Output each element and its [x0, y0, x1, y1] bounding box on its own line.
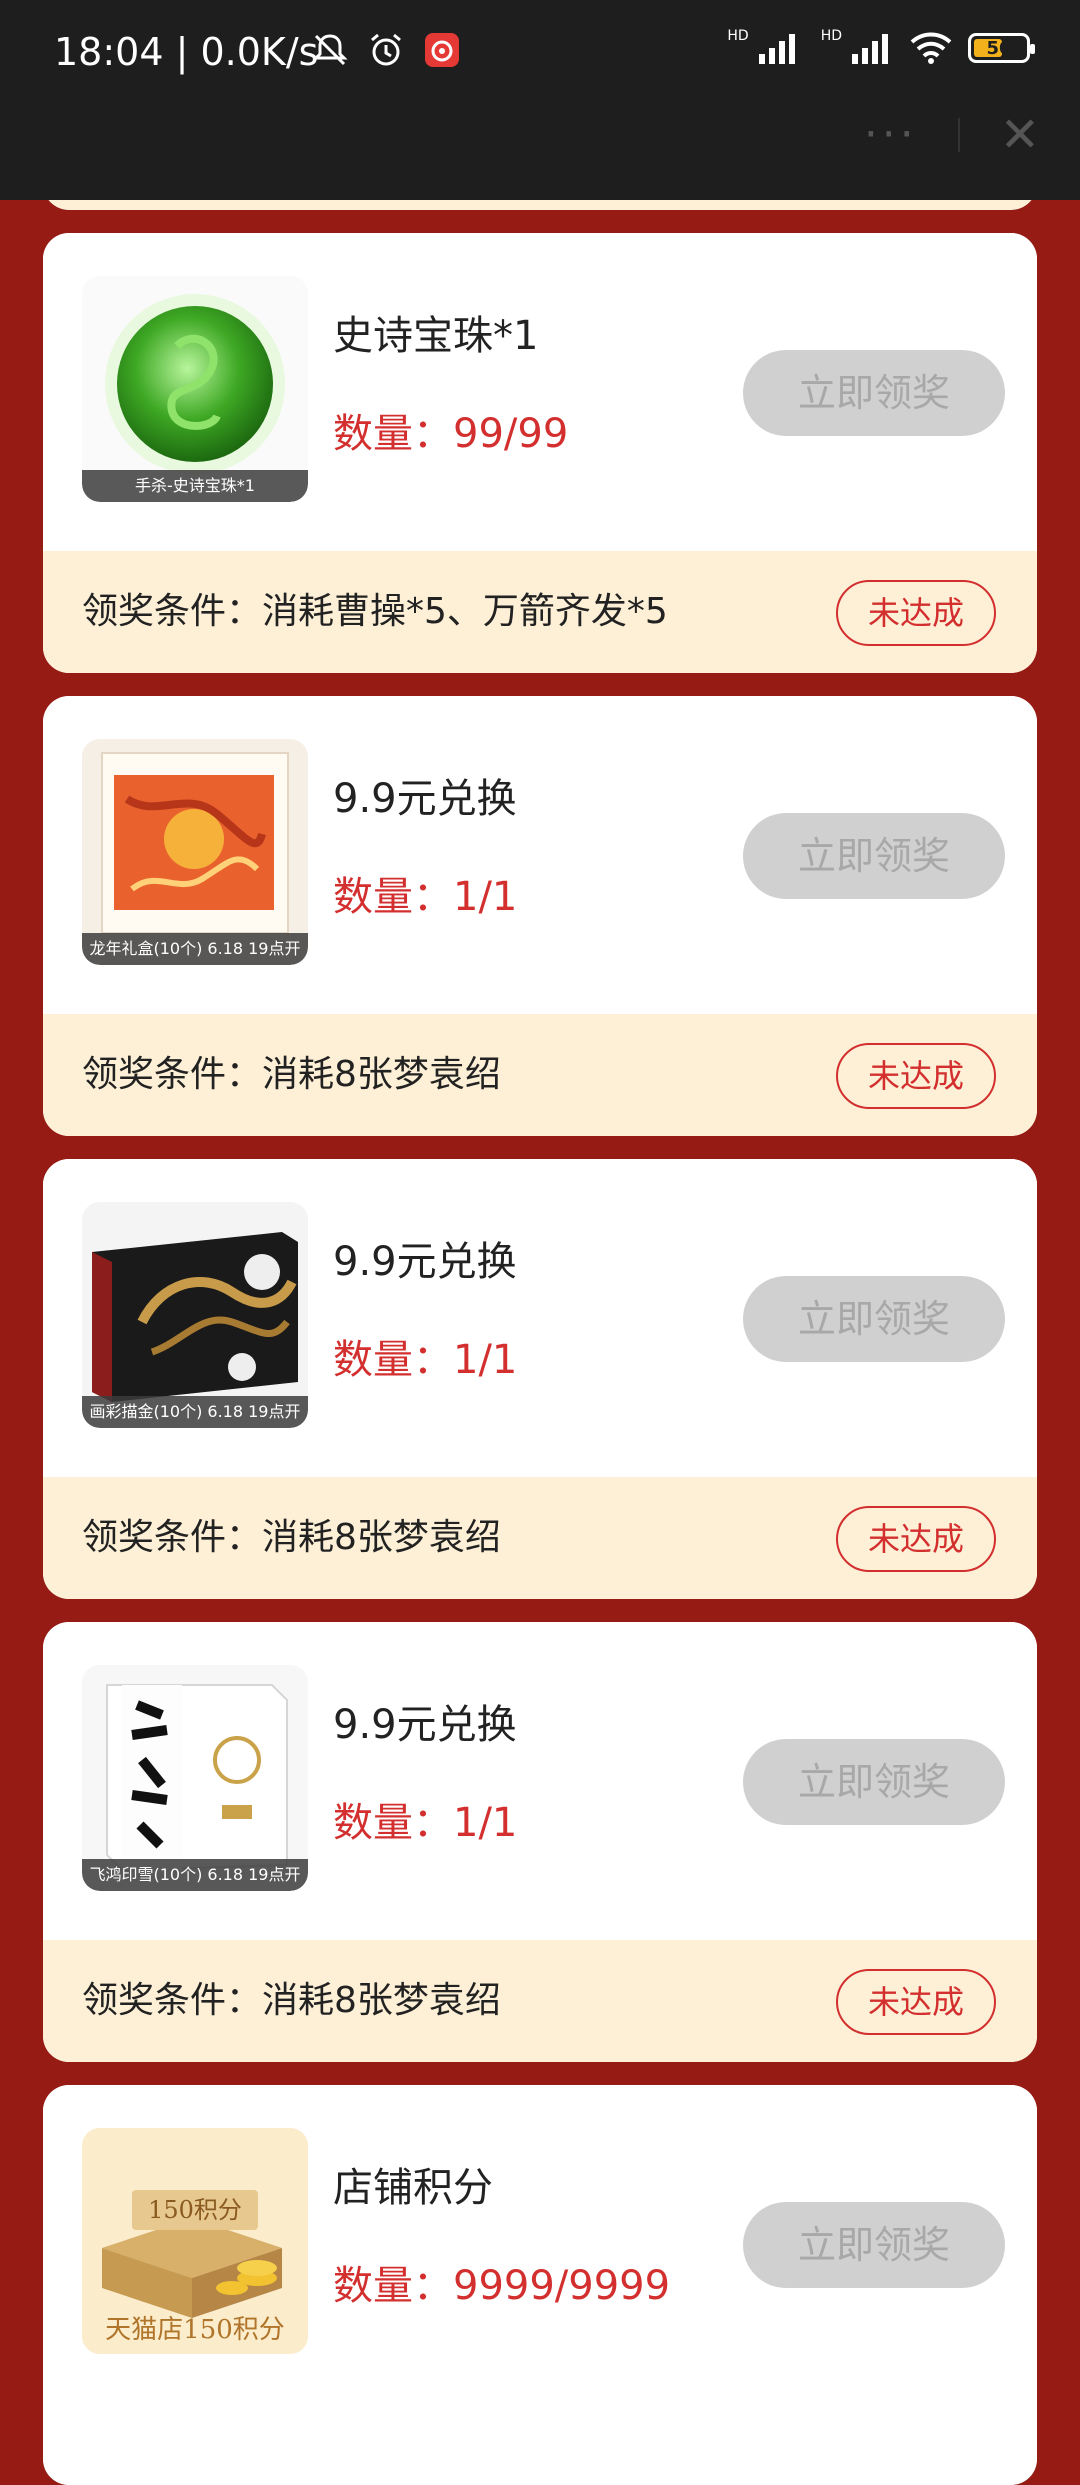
signal-icon-2 [852, 34, 888, 64]
claim-button[interactable]: 立即领奖 [743, 2202, 1005, 2288]
reward-title: 9.9元兑换 [333, 776, 517, 822]
alarm-icon [371, 33, 401, 66]
reward-thumbnail[interactable]: 飞鸿印雪(10个) 6.18 19点开奖 [82, 1665, 308, 1891]
status-badge[interactable]: 未达成 [836, 1969, 996, 2035]
reward-quantity: 数量：1/1 [333, 874, 518, 920]
claim-condition: 领奖条件：消耗8张梦袁绍 [82, 1054, 501, 1095]
reward-thumbnail[interactable]: 150积分 天猫店150积分 [82, 2128, 308, 2354]
reward-title: 9.9元兑换 [333, 1239, 517, 1285]
signal-icon [758, 34, 795, 64]
thumb-caption: 画彩描金(10个) 6.18 19点开奖 [82, 1396, 308, 1428]
thumb-caption: 飞鸿印雪(10个) 6.18 19点开奖 [82, 1859, 308, 1891]
mute-bell-icon [312, 34, 348, 66]
reward-thumbnail[interactable]: 龙年礼盒(10个) 6.18 19点开奖 [82, 739, 308, 965]
claim-condition: 领奖条件：消耗8张梦袁绍 [82, 1980, 501, 2021]
reward-quantity: 数量：99/99 [333, 411, 569, 457]
reward-card: 飞鸿印雪(10个) 6.18 19点开奖 9.9元兑换 数量：1/1 立即领奖 … [43, 1622, 1037, 2062]
battery-icon: 50 [968, 33, 1035, 63]
battery-level: 50 [986, 37, 1012, 59]
condition-row: 领奖条件：消耗8张梦袁绍 未达成 [43, 1477, 1037, 1599]
reward-card: 龙年礼盒(10个) 6.18 19点开奖 9.9元兑换 数量：1/1 立即领奖 … [43, 696, 1037, 1136]
more-icon[interactable]: ··· [864, 113, 918, 157]
status-time: 18:04 | 0.0K/s [54, 30, 319, 74]
reward-title: 店铺积分 [333, 2165, 493, 2211]
status-badge[interactable]: 未达成 [836, 580, 996, 646]
hd-label-2: HD [820, 28, 842, 44]
netease-music-icon [425, 33, 459, 67]
condition-row: 领奖条件：消耗8张梦袁绍 未达成 [43, 1014, 1037, 1136]
condition-row: 领奖条件：消耗曹操*5、万箭齐发*5 未达成 [43, 551, 1037, 673]
reward-title: 史诗宝珠*1 [333, 313, 539, 359]
dragon-giftbox-image [82, 739, 308, 965]
reward-quantity: 数量：1/1 [333, 1800, 518, 1846]
thumb-caption: 手杀-史诗宝珠*1 [82, 470, 308, 502]
claim-condition: 领奖条件：消耗8张梦袁绍 [82, 1517, 501, 1558]
reward-quantity: 数量：9999/9999 [333, 2263, 671, 2309]
reward-thumbnail[interactable]: 手杀-史诗宝珠*1 [82, 276, 308, 502]
divider [957, 118, 960, 152]
claim-button[interactable]: 立即领奖 [743, 813, 1005, 899]
reward-quantity: 数量：1/1 [333, 1337, 518, 1383]
wifi-icon [910, 32, 952, 64]
reward-thumbnail[interactable]: 画彩描金(10个) 6.18 19点开奖 [82, 1202, 308, 1428]
status-icons [310, 30, 462, 70]
gold-dragon-box-image [82, 1202, 308, 1428]
reward-card: 150积分 天猫店150积分 店铺积分 数量：9999/9999 立即领奖 [43, 2085, 1037, 2485]
reward-card: 手杀-史诗宝珠*1 史诗宝珠*1 数量：99/99 立即领奖 领奖条件：消耗曹操… [43, 233, 1037, 673]
points-badge: 150积分 [132, 2190, 258, 2230]
claim-button[interactable]: 立即领奖 [743, 1276, 1005, 1362]
claim-condition: 领奖条件：消耗曹操*5、万箭齐发*5 [82, 591, 668, 632]
claim-button[interactable]: 立即领奖 [743, 1739, 1005, 1825]
white-giftbox-image [82, 1665, 308, 1891]
points-caption: 天猫店150积分 [105, 2315, 285, 2345]
right-status: HD HD 50 [721, 28, 1035, 66]
claim-button[interactable]: 立即领奖 [743, 350, 1005, 436]
condition-row: 领奖条件：消耗8张梦袁绍 未达成 [43, 1940, 1037, 2062]
reward-title: 9.9元兑换 [333, 1702, 517, 1748]
status-badge[interactable]: 未达成 [836, 1506, 996, 1572]
close-icon[interactable]: ✕ [1000, 111, 1040, 159]
reward-card: 画彩描金(10个) 6.18 19点开奖 9.9元兑换 数量：1/1 立即领奖 … [43, 1159, 1037, 1599]
thumb-caption: 龙年礼盒(10个) 6.18 19点开奖 [82, 933, 308, 965]
top-bar: 18:04 | 0.0K/s HD HD 50 ··· ✕ [0, 0, 1080, 200]
status-badge[interactable]: 未达成 [836, 1043, 996, 1109]
jade-orb-image [82, 276, 308, 502]
hd-label: HD [727, 28, 749, 44]
header-actions: ··· ✕ [864, 111, 1040, 159]
